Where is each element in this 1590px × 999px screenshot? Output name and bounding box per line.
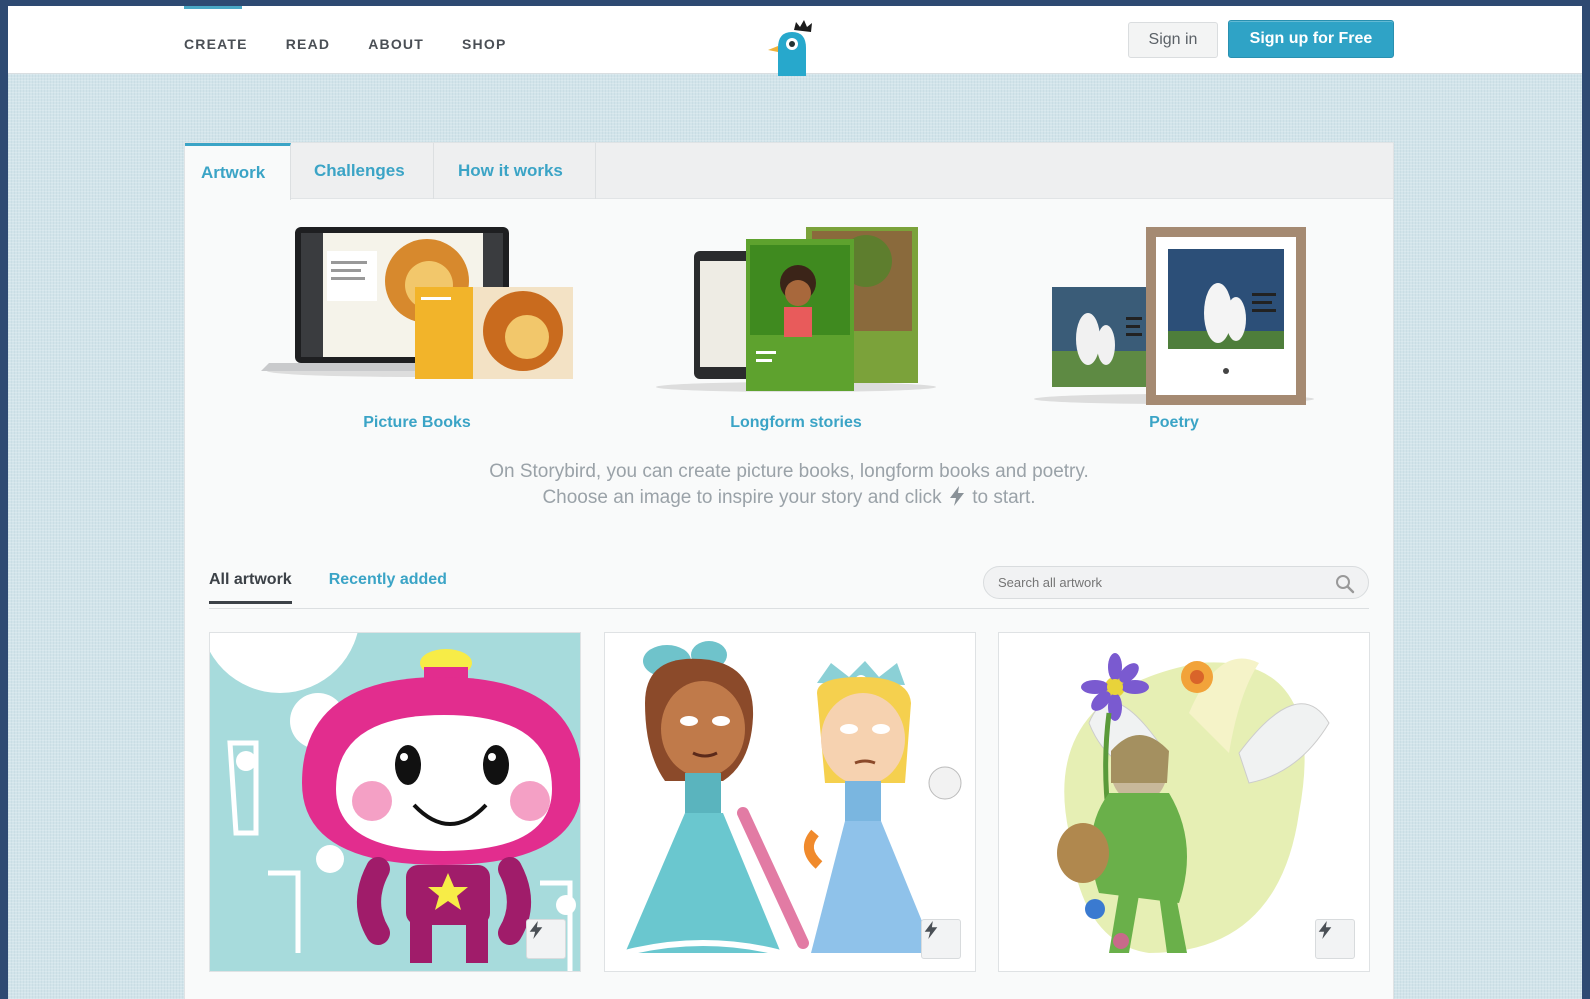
storybird-logo-icon[interactable] (764, 14, 820, 76)
feature-longform-stories-label[interactable]: Longform stories (636, 414, 956, 432)
artwork-card[interactable] (998, 632, 1370, 972)
intro-line-1: On Storybird, you can create picture boo… (489, 461, 1089, 482)
feature-picture-books[interactable]: Picture Books (257, 221, 577, 431)
framed-poem-image (1034, 227, 1314, 405)
feature-poetry[interactable]: Poetry (1014, 221, 1334, 431)
tab-challenges[interactable]: Challenges (291, 143, 434, 199)
laptop-picture-book-image (261, 227, 573, 379)
tab-artwork[interactable]: Artwork (185, 143, 291, 200)
subtab-recently-added[interactable]: Recently added (329, 571, 447, 604)
intro-line-2: Choose an image to inspire your story an… (185, 485, 1393, 511)
main-nav: CREATE READ ABOUT SHOP (184, 36, 506, 52)
create-story-button[interactable] (921, 919, 961, 959)
intro-line-2-after: to start. (972, 487, 1036, 508)
nav-accent-bar (184, 6, 242, 9)
intro-line-2-before: Choose an image to inspire your story an… (542, 487, 942, 508)
page-frame: CREATE READ ABOUT SHOP Sign in Sign up f… (8, 6, 1582, 999)
tab-how-it-works[interactable]: How it works (434, 143, 596, 199)
artwork-card[interactable] (209, 632, 581, 972)
subtab-all-artwork[interactable]: All artwork (209, 571, 292, 604)
lightning-bolt-icon (947, 485, 967, 511)
nav-about[interactable]: ABOUT (368, 36, 424, 52)
feature-picture-books-label[interactable]: Picture Books (257, 414, 577, 432)
top-navigation-bar: CREATE READ ABOUT SHOP Sign in Sign up f… (8, 6, 1582, 76)
tab-bar: Artwork Challenges How it works (185, 143, 1393, 200)
create-story-button[interactable] (1315, 919, 1355, 959)
nav-create[interactable]: CREATE (184, 36, 248, 52)
intro-text: On Storybird, you can create picture boo… (185, 459, 1393, 511)
main-panel: Artwork Challenges How it works Picture … (184, 142, 1394, 999)
feature-poetry-label[interactable]: Poetry (1014, 414, 1334, 432)
lightning-bolt-icon (924, 921, 938, 939)
sign-up-button[interactable]: Sign up for Free (1228, 20, 1394, 58)
search-icon[interactable] (1335, 574, 1355, 594)
nav-shop[interactable]: SHOP (462, 36, 506, 52)
create-story-button[interactable] (526, 919, 566, 959)
search-artwork-input[interactable] (983, 566, 1369, 599)
feature-longform-stories[interactable]: Longform stories (636, 221, 956, 431)
nav-read[interactable]: READ (286, 36, 330, 52)
subtab-divider (209, 608, 1369, 609)
lightning-bolt-icon (1318, 921, 1332, 939)
gallery-subtabs: All artwork Recently added (209, 571, 447, 604)
ebook-longform-image (656, 227, 936, 392)
lightning-bolt-icon (529, 921, 543, 939)
sign-in-button[interactable]: Sign in (1128, 22, 1218, 58)
artwork-card[interactable] (604, 632, 976, 972)
